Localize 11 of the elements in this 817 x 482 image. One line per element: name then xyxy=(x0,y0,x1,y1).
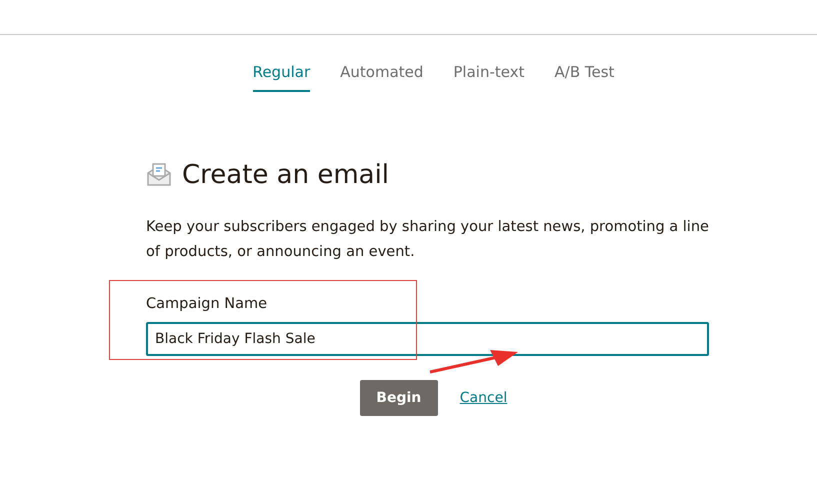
page-heading: Create an email xyxy=(182,160,390,191)
tab[interactable]: Plain-text xyxy=(453,61,524,92)
description-text: Keep your subscribers engaged by sharing your latest news, promoting a line of products, or announcing an event. xyxy=(146,218,709,262)
tab[interactable]: A/B Test xyxy=(554,61,614,92)
cancel-link[interactable]: Cancel xyxy=(460,388,508,409)
begin-button[interactable]: Begin xyxy=(360,380,438,416)
email-icon xyxy=(146,163,172,188)
tab[interactable]: Regular xyxy=(252,61,310,92)
tab[interactable]: Automated xyxy=(340,61,424,92)
field-label: Campaign Name xyxy=(146,294,268,314)
campaign-name-field[interactable]: Black Friday Flash Sale xyxy=(146,322,709,356)
